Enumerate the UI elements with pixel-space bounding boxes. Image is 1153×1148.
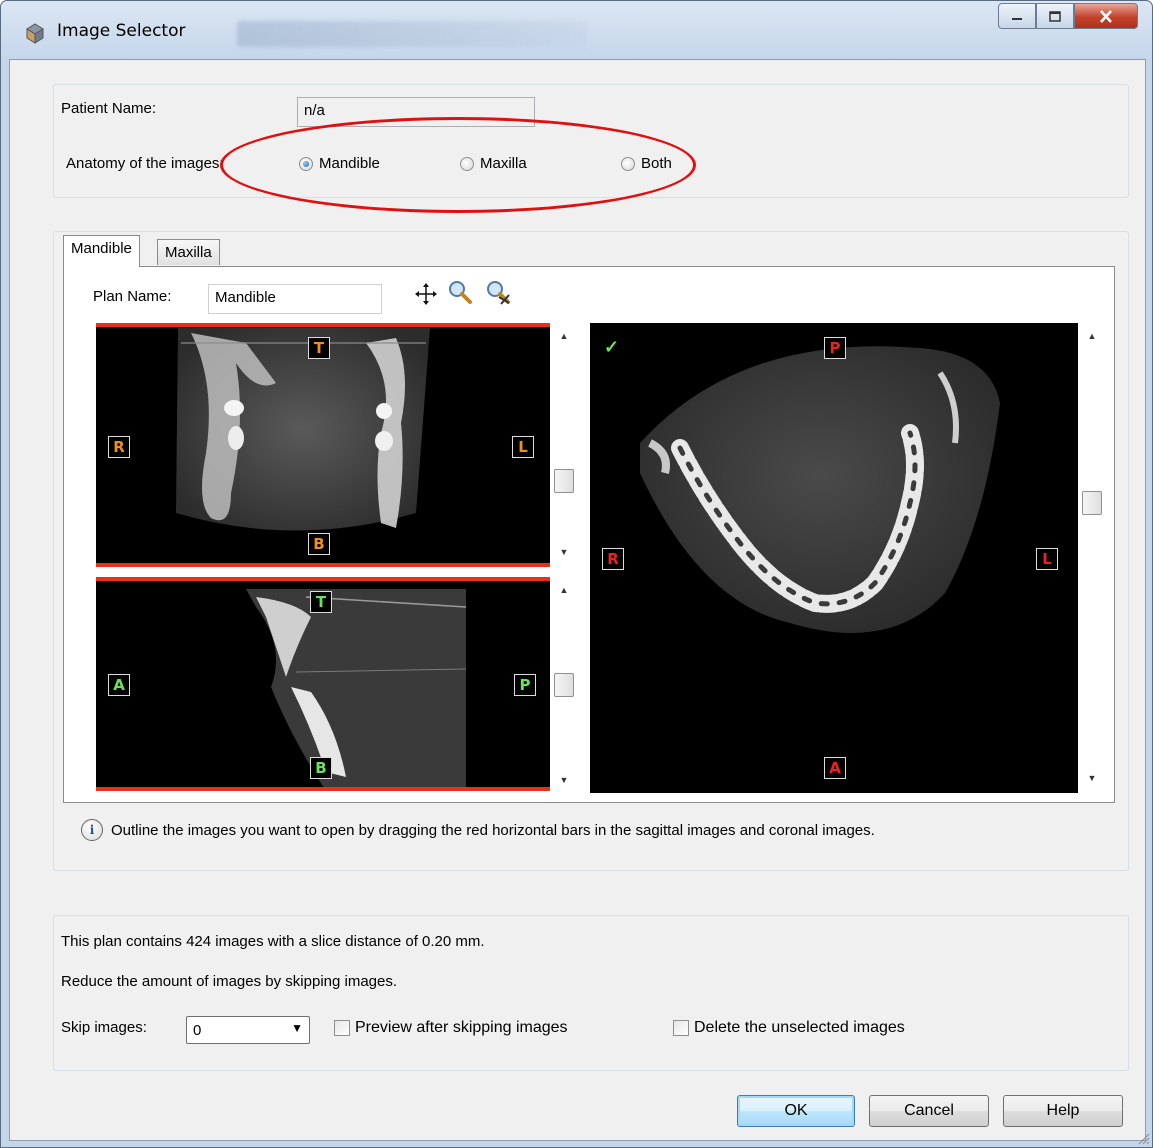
axial-scrollbar[interactable]: ▲ ▼	[1082, 331, 1102, 783]
radio-both[interactable]: Both	[621, 155, 672, 172]
patient-name-label: Patient Name:	[61, 100, 157, 117]
maximize-icon	[1049, 10, 1061, 22]
coronal-marker-right: L	[512, 436, 534, 458]
skip-images-select[interactable]: 0 ▼	[186, 1016, 310, 1044]
chevron-down-icon[interactable]: ▼	[291, 1021, 303, 1035]
cancel-button[interactable]: Cancel	[869, 1095, 989, 1127]
sagittal-bottom-bar[interactable]	[96, 787, 550, 791]
scroll-down-icon[interactable]: ▼	[560, 775, 569, 785]
anatomy-label: Anatomy of the images:	[66, 155, 224, 172]
radio-maxilla-dot[interactable]	[460, 156, 474, 171]
scroll-down-icon[interactable]: ▼	[1088, 773, 1097, 783]
radio-mandible-label: Mandible	[319, 155, 380, 172]
patient-group	[53, 84, 1129, 198]
radio-maxilla[interactable]: Maxilla	[460, 155, 527, 172]
help-button[interactable]: Help	[1003, 1095, 1123, 1127]
sagittal-viewer[interactable]: T B A P	[96, 577, 550, 791]
image-selector-window: Image Selector Patient Name: n/a Anatomy…	[0, 0, 1153, 1148]
axial-marker-bottom: A	[824, 757, 846, 779]
window-title: Image Selector	[57, 21, 186, 41]
axial-marker-top: P	[824, 337, 846, 359]
sagittal-marker-top: T	[310, 591, 332, 613]
plan-name-input[interactable]: Mandible	[208, 284, 382, 314]
skip-images-label: Skip images:	[61, 1019, 147, 1036]
axial-ct-image	[640, 346, 1000, 633]
coronal-top-bar[interactable]	[96, 323, 550, 327]
preview-checkbox-box[interactable]	[334, 1020, 350, 1036]
preview-checkbox-label: Preview after skipping images	[355, 1019, 568, 1036]
coronal-bottom-bar[interactable]	[96, 563, 550, 567]
preview-after-skipping-checkbox[interactable]: Preview after skipping images	[334, 1019, 568, 1037]
window-controls	[998, 3, 1138, 31]
delete-checkbox-label: Delete the unselected images	[694, 1019, 905, 1036]
radio-mandible-dot[interactable]	[299, 156, 313, 171]
resize-grip-icon[interactable]	[1136, 1131, 1150, 1145]
minimize-icon	[1012, 18, 1022, 20]
tab-maxilla[interactable]: Maxilla	[157, 239, 220, 265]
sagittal-marker-left: A	[108, 674, 130, 696]
coronal-ct-image	[176, 328, 430, 531]
zoom-reset-icon[interactable]	[485, 279, 511, 305]
delete-checkbox-box[interactable]	[673, 1020, 689, 1036]
coronal-marker-bottom: B	[308, 533, 330, 555]
tab-mandible[interactable]: Mandible	[63, 235, 140, 267]
pan-move-icon[interactable]	[413, 281, 439, 307]
slice-summary: This plan contains 424 images with a sli…	[61, 933, 485, 950]
coronal-viewer[interactable]: T B R L	[96, 323, 550, 567]
info-hint: i Outline the images you want to open by…	[81, 819, 875, 841]
sagittal-scroll-thumb[interactable]	[554, 673, 574, 697]
sagittal-marker-right: P	[514, 674, 536, 696]
scroll-up-icon[interactable]: ▲	[560, 585, 569, 595]
coronal-scroll-thumb[interactable]	[554, 469, 574, 493]
maximize-button[interactable]	[1036, 3, 1074, 29]
axial-scroll-thumb[interactable]	[1082, 491, 1102, 515]
coronal-marker-top: T	[308, 337, 330, 359]
sagittal-top-bar[interactable]	[96, 577, 550, 581]
title-bar[interactable]: Image Selector	[1, 1, 1152, 59]
radio-both-label: Both	[641, 155, 672, 172]
skip-images-value: 0	[193, 1022, 202, 1039]
plan-name-label: Plan Name:	[93, 288, 172, 305]
axial-marker-left: R	[602, 548, 624, 570]
delete-unselected-checkbox[interactable]: Delete the unselected images	[673, 1019, 905, 1037]
patient-name-field: n/a	[297, 97, 535, 127]
sagittal-marker-bottom: B	[310, 757, 332, 779]
info-icon: i	[81, 819, 103, 841]
axial-check-icon: ✓	[604, 337, 620, 357]
close-icon	[1100, 9, 1112, 23]
coronal-marker-left: R	[108, 436, 130, 458]
info-text: Outline the images you want to open by d…	[111, 821, 875, 839]
radio-maxilla-label: Maxilla	[480, 155, 527, 172]
close-button[interactable]	[1074, 3, 1138, 29]
title-bar-background-blur	[237, 21, 587, 47]
app-icon	[26, 23, 44, 44]
axial-marker-right: L	[1036, 548, 1058, 570]
ok-button[interactable]: OK	[737, 1095, 855, 1127]
sagittal-scrollbar[interactable]: ▲ ▼	[554, 585, 574, 785]
scroll-down-icon[interactable]: ▼	[560, 547, 569, 557]
skip-hint: Reduce the amount of images by skipping …	[61, 973, 398, 990]
scroll-up-icon[interactable]: ▲	[560, 331, 569, 341]
scroll-up-icon[interactable]: ▲	[1088, 331, 1097, 341]
zoom-icon[interactable]	[447, 279, 473, 305]
radio-mandible[interactable]: Mandible	[299, 155, 380, 172]
coronal-scrollbar[interactable]: ▲ ▼	[554, 331, 574, 557]
radio-both-dot[interactable]	[621, 156, 635, 171]
axial-viewer[interactable]: ✓ P A R L	[590, 323, 1078, 793]
minimize-button[interactable]	[998, 3, 1036, 29]
